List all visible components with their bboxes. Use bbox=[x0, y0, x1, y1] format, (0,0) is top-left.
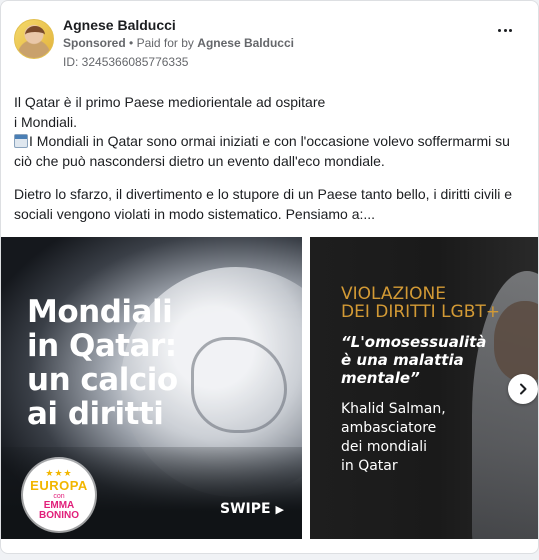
library-id: ID: 3245366085776335 bbox=[63, 55, 189, 69]
slide2-quote: “L'omosessualità è una malattia mentale” bbox=[341, 333, 486, 387]
play-arrow-icon: ▶ bbox=[275, 503, 284, 516]
quote-line: “L'omosessualità bbox=[341, 333, 487, 351]
headline-line: in Qatar: bbox=[27, 328, 177, 364]
headline-line: Mondiali bbox=[27, 294, 173, 330]
attribution-line: ambasciatore bbox=[341, 420, 437, 436]
post-body: Il Qatar è il primo Paese mediorientale … bbox=[14, 93, 526, 224]
paid-for-name: Agnese Balducci bbox=[197, 36, 294, 50]
logo-europa-text: EUROPA bbox=[30, 478, 88, 493]
stars-icon: ★★★ bbox=[45, 468, 73, 478]
paid-for-prefix: Paid for by bbox=[136, 36, 194, 50]
body-line: Il Qatar è il primo Paese mediorientale … bbox=[14, 94, 326, 110]
body-line: Dietro lo sfarzo, il divertimento e lo s… bbox=[14, 186, 513, 202]
dot-icon bbox=[498, 28, 501, 32]
swipe-text: SWIPE bbox=[220, 501, 271, 517]
logo-bonino-text: BONINO bbox=[39, 510, 79, 521]
avatar-hair bbox=[25, 26, 45, 44]
slide1-headline: Mondiali in Qatar: un calcio ai diritti bbox=[27, 295, 178, 431]
attribution-line: dei mondiali bbox=[341, 439, 428, 455]
carousel-next-button[interactable] bbox=[508, 374, 538, 404]
author-name[interactable]: Agnese Balducci bbox=[63, 17, 176, 33]
carousel-slide-2[interactable]: VIOLAZIONE DEI DIRITTI LGBT+ “L'omosessu… bbox=[310, 237, 538, 539]
carousel-slide-1[interactable]: Mondiali in Qatar: un calcio ai diritti … bbox=[1, 237, 302, 539]
body-line-with-icon: I Mondiali in Qatar sono ormai iniziati … bbox=[14, 132, 526, 152]
sponsored-label[interactable]: Sponsored bbox=[63, 36, 126, 50]
face-shape bbox=[494, 301, 538, 381]
ad-post-card: Agnese Balducci Sponsored • Paid for by … bbox=[0, 0, 539, 554]
body-line: ciò che può nascondersi dietro un evento… bbox=[14, 152, 385, 169]
slide2-title-line2: DEI DIRITTI LGBT+ bbox=[341, 302, 501, 322]
chevron-right-icon bbox=[520, 383, 527, 395]
meta-separator: • bbox=[129, 36, 134, 50]
sponsored-meta: Sponsored • Paid for by Agnese Balducci bbox=[63, 36, 294, 50]
dot-icon bbox=[503, 28, 507, 32]
body-line: I Mondiali in Qatar sono ormai iniziati … bbox=[29, 133, 510, 149]
slide2-attribution: Khalid Salman, ambasciatore dei mondiali… bbox=[341, 400, 446, 476]
europa-bonino-logo: ★★★ EUROPA con EMMA BONINO bbox=[23, 459, 95, 531]
swipe-label: SWIPE ▶ bbox=[220, 501, 284, 517]
quote-line: mentale” bbox=[341, 369, 420, 387]
slide2-title-line1: VIOLAZIONE bbox=[341, 284, 447, 304]
dot-icon bbox=[509, 28, 512, 32]
calendar-icon bbox=[14, 134, 28, 148]
body-line: i Mondiali. bbox=[14, 113, 78, 130]
body-line[interactable]: sociali vengono violati in modo sistemat… bbox=[14, 205, 526, 225]
headline-line: ai diritti bbox=[27, 396, 164, 432]
quote-line: è una malattia bbox=[341, 351, 464, 369]
attribution-line: in Qatar bbox=[341, 458, 398, 474]
headline-line: un calcio bbox=[27, 362, 178, 398]
more-options-button[interactable] bbox=[498, 27, 512, 33]
image-carousel[interactable]: Mondiali in Qatar: un calcio ai diritti … bbox=[1, 237, 538, 539]
author-avatar[interactable] bbox=[14, 19, 54, 59]
attribution-line: Khalid Salman, bbox=[341, 401, 446, 417]
